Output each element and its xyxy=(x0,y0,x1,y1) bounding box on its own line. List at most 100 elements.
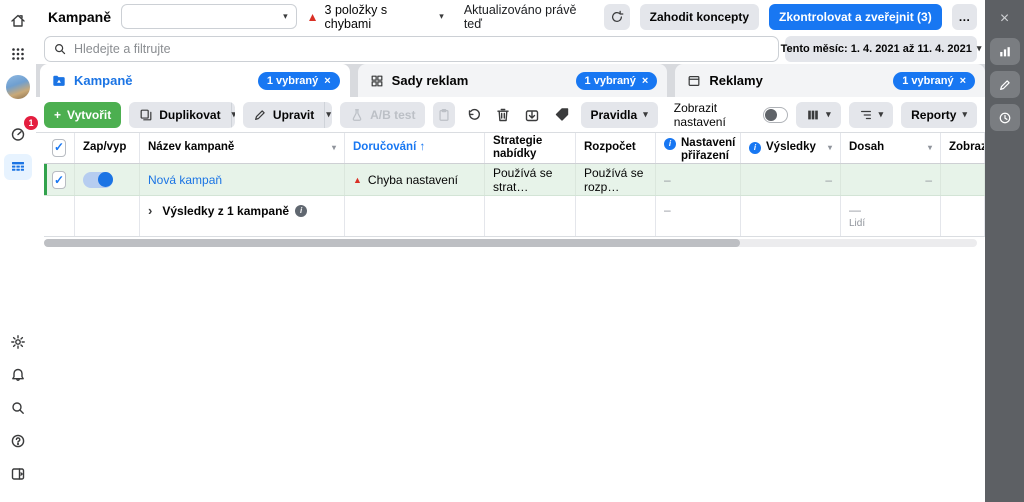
header-toggle[interactable]: Zap/vyp xyxy=(75,133,140,163)
reports-button[interactable]: Reporty ▾ xyxy=(901,102,977,128)
export-box-icon xyxy=(524,107,540,123)
edit-dropdown-button[interactable]: ▾ xyxy=(325,102,332,128)
header-bid-strategy[interactable]: Strategie nabídky xyxy=(485,133,576,163)
campaigns-table-icon[interactable] xyxy=(4,154,32,180)
tab-campaigns-selected-badge[interactable]: 1 vybraný × xyxy=(258,72,340,90)
attribution-cell: – xyxy=(656,164,741,195)
table-row[interactable]: ✓ Nová kampaň ▲ Chyba nastavení Používá … xyxy=(44,164,985,196)
help-icon[interactable] xyxy=(4,428,32,454)
search-icon[interactable] xyxy=(4,395,32,421)
rules-button[interactable]: Pravidla ▾ xyxy=(581,102,658,128)
header-impressions[interactable]: Zobrazení xyxy=(941,133,985,163)
publish-button[interactable]: Zkontrolovat a zveřejnit (3) xyxy=(769,4,942,30)
columns-button[interactable]: ▾ xyxy=(796,102,841,128)
close-icon[interactable]: × xyxy=(985,6,1024,32)
campaign-selector-dropdown[interactable]: ▾ xyxy=(121,4,297,29)
breakdown-button[interactable]: ▾ xyxy=(849,102,894,128)
summary-reach-value: — xyxy=(849,203,861,218)
header-label: Dosah xyxy=(849,141,884,154)
edit-button[interactable]: Upravit xyxy=(243,102,325,128)
tab-ads-selected-badge[interactable]: 1 vybraný × xyxy=(893,72,975,90)
duplicate-button[interactable]: Duplikovat xyxy=(129,102,231,128)
header-campaign-name[interactable]: Název kampaně ▾ xyxy=(140,133,345,163)
reach-cell: – xyxy=(841,164,941,195)
bid-strategy-cell: Používá se strat… xyxy=(485,164,576,195)
info-icon[interactable]: i xyxy=(749,142,761,154)
apps-grid-icon[interactable] xyxy=(4,41,32,67)
header-delivery[interactable]: Doručování ↑ xyxy=(345,133,485,163)
campaign-name-link[interactable]: Nová kampaň xyxy=(148,173,222,187)
campaign-name-cell: Nová kampaň xyxy=(140,164,345,195)
search-icon xyxy=(53,42,67,56)
tab-ad-sets-selected-badge[interactable]: 1 vybraný × xyxy=(576,72,658,90)
row-checkbox-cell: ✓ xyxy=(44,164,75,195)
collapse-panel-icon[interactable] xyxy=(4,461,32,487)
charts-icon[interactable] xyxy=(990,38,1020,65)
scrollbar-thumb[interactable] xyxy=(44,239,740,247)
close-icon[interactable]: × xyxy=(960,75,966,87)
show-settings-toggle[interactable] xyxy=(763,107,788,123)
main-area: Kampaně ▾ ▲ 3 položky s chybami ▾ Aktual… xyxy=(36,0,985,502)
refresh-button[interactable] xyxy=(604,4,629,30)
chevron-down-icon: ▾ xyxy=(326,109,331,120)
sort-up-icon: ↑ xyxy=(419,141,425,154)
ad-sets-grid-icon xyxy=(370,74,384,88)
chevron-down-icon[interactable]: ▾ xyxy=(828,143,832,152)
info-icon[interactable]: i xyxy=(295,205,307,217)
tab-campaigns[interactable]: Kampaně 1 vybraný × xyxy=(40,64,350,97)
history-clock-icon[interactable] xyxy=(990,104,1020,131)
flask-icon xyxy=(350,108,364,122)
page-title: Kampaně xyxy=(48,9,111,25)
header-reach[interactable]: Dosah ▾ xyxy=(841,133,941,163)
tag-button[interactable] xyxy=(551,102,572,128)
header-label: Výsledky xyxy=(766,141,816,154)
tab-ads[interactable]: Reklamy 1 vybraný × xyxy=(675,64,985,97)
clipboard-button xyxy=(433,102,454,128)
create-button[interactable]: + Vytvořit xyxy=(44,102,121,128)
select-all-checkbox-cell: ✓ xyxy=(44,133,75,163)
profile-avatar[interactable] xyxy=(4,74,32,100)
results-cell: – xyxy=(741,164,841,195)
row-checkbox[interactable]: ✓ xyxy=(52,171,66,189)
chevron-down-icon: ▾ xyxy=(283,11,288,22)
delete-button[interactable] xyxy=(492,102,513,128)
pencil-icon xyxy=(253,108,267,122)
errors-dropdown[interactable]: ▲ 3 položky s chybami ▾ xyxy=(307,3,444,31)
more-options-button[interactable]: … xyxy=(952,4,977,30)
scrollbar-track[interactable] xyxy=(44,239,977,247)
header-label: Název kampaně xyxy=(148,141,234,154)
chevron-right-icon[interactable]: › xyxy=(148,203,152,218)
info-icon[interactable]: i xyxy=(664,138,676,150)
close-icon[interactable]: × xyxy=(324,75,330,87)
notifications-bell-icon[interactable] xyxy=(4,362,32,388)
search-filter-box[interactable] xyxy=(44,36,779,62)
empty-table-area xyxy=(36,249,985,502)
ab-test-label: A/B test xyxy=(370,108,415,122)
settings-gear-icon[interactable] xyxy=(4,329,32,355)
delivery-status: Chyba nastavení xyxy=(368,173,458,187)
undo-button[interactable] xyxy=(463,102,484,128)
chevron-down-icon[interactable]: ▾ xyxy=(332,143,336,152)
header-budget[interactable]: Rozpočet xyxy=(576,133,656,163)
date-range-dropdown[interactable]: Tento měsíc: 1. 4. 2021 až 11. 4. 2021 ▾ xyxy=(785,36,977,62)
ads-frame-icon xyxy=(687,74,701,88)
close-icon[interactable]: × xyxy=(642,75,648,87)
home-icon[interactable] xyxy=(4,8,32,34)
header-results[interactable]: i Výsledky ▾ xyxy=(741,133,841,163)
select-all-checkbox[interactable]: ✓ xyxy=(52,139,66,157)
ads-health-gauge-icon[interactable]: 1 xyxy=(4,121,32,147)
search-input[interactable] xyxy=(74,42,770,56)
duplicate-dropdown-button[interactable]: ▾ xyxy=(232,102,235,128)
level-tabs: Kampaně 1 vybraný × Sady reklam 1 vybran… xyxy=(36,64,985,97)
discard-drafts-button[interactable]: Zahodit koncepty xyxy=(640,4,759,30)
tab-ad-sets[interactable]: Sady reklam 1 vybraný × xyxy=(358,64,668,97)
export-button[interactable] xyxy=(522,102,543,128)
edit-pencil-icon[interactable] xyxy=(990,71,1020,98)
horizontal-scrollbar xyxy=(36,237,985,249)
header-attribution[interactable]: i Nastavení přiřazení xyxy=(656,133,741,163)
chevron-down-icon: ▾ xyxy=(826,109,831,120)
badge-label: 1 vybraný xyxy=(585,75,636,87)
chevron-down-icon: ▾ xyxy=(879,109,884,120)
campaign-active-toggle[interactable] xyxy=(83,172,113,188)
chevron-down-icon[interactable]: ▾ xyxy=(928,143,932,152)
